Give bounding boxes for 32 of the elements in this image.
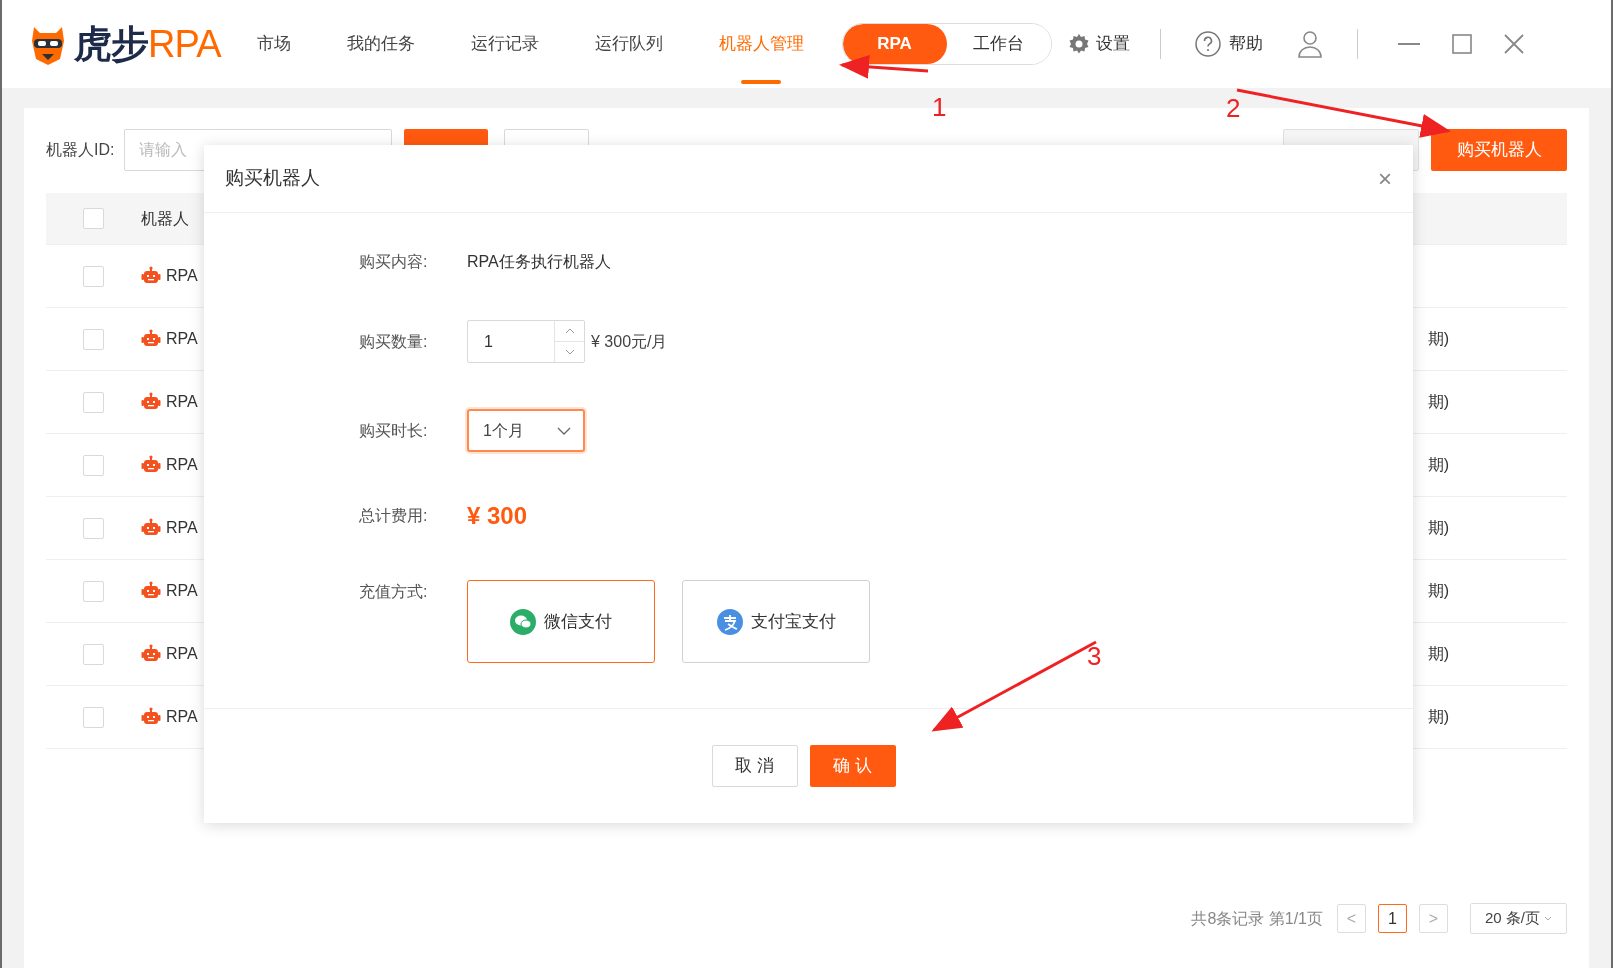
quantity-value: 1 bbox=[483, 331, 494, 352]
record-summary: 共8条记录 第1/1页 bbox=[1191, 908, 1323, 929]
robot-name: RPA bbox=[166, 518, 198, 538]
robot-name: RPA bbox=[166, 329, 198, 349]
expiry-status: 期) bbox=[1427, 581, 1449, 601]
robot-name: RPA bbox=[166, 707, 198, 727]
annotation-number: 3 bbox=[1087, 643, 1102, 669]
robot-name: RPA bbox=[166, 455, 198, 475]
expiry-status: 期) bbox=[1427, 518, 1449, 538]
field-label: 购买内容: bbox=[359, 252, 429, 272]
field-value: RPA任务执行机器人 bbox=[467, 252, 611, 272]
expiry-status: 期) bbox=[1427, 707, 1449, 727]
robot-name: RPA bbox=[166, 266, 198, 286]
robot-id-label: 机器人ID: bbox=[46, 140, 115, 160]
expiry-status: 期) bbox=[1427, 329, 1449, 349]
field-label: 购买时长: bbox=[359, 420, 429, 441]
app-logo: 虎步RPA bbox=[26, 21, 221, 67]
robot-name: RPA bbox=[166, 392, 198, 412]
dialog-title: 购买机器人 bbox=[225, 166, 320, 191]
expiry-status: 期) bbox=[1427, 455, 1449, 475]
expiry-status: 期) bbox=[1427, 392, 1449, 412]
total-price: ¥ 300 bbox=[467, 501, 528, 531]
field-label: 充值方式: bbox=[359, 582, 429, 602]
column-header: 机器人 bbox=[141, 208, 189, 229]
annotation-number: 1 bbox=[932, 94, 947, 120]
expiry-status: 期) bbox=[1427, 644, 1449, 664]
annotation-number: 2 bbox=[1226, 95, 1241, 121]
field-label: 购买数量: bbox=[359, 331, 429, 352]
robot-name: RPA bbox=[166, 644, 198, 664]
field-label: 总计费用: bbox=[359, 506, 429, 526]
robot-name: RPA bbox=[166, 581, 198, 601]
unit-price: ¥ 300元/月 bbox=[591, 331, 668, 352]
